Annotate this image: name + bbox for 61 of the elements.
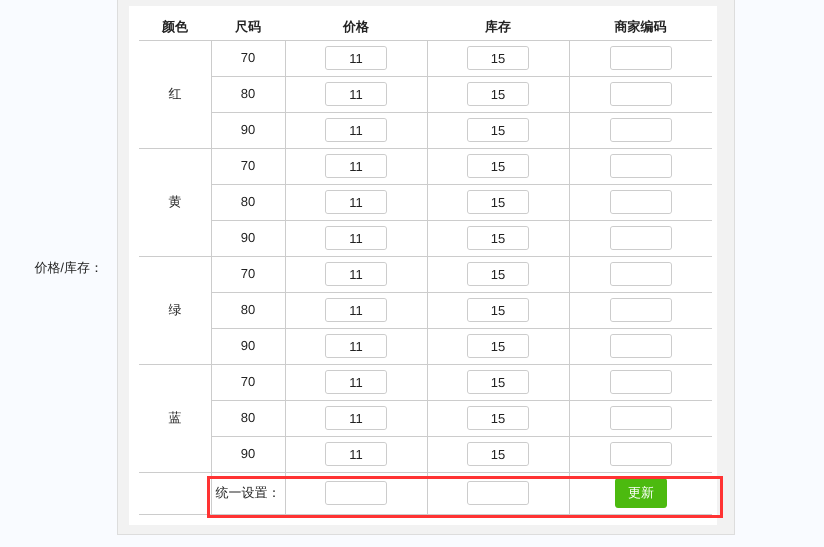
stock-field[interactable]: 15 [467,46,529,70]
price-field[interactable]: 11 [325,190,387,214]
price-field[interactable]: 11 [325,46,387,70]
stock-field[interactable]: 15 [467,406,529,430]
price-field[interactable]: 11 [325,406,387,430]
code-field[interactable] [610,262,672,286]
table-cell: 70 [211,256,285,292]
price-field[interactable]: 11 [325,442,387,466]
stock-field[interactable]: 15 [467,82,529,106]
code-field[interactable] [610,442,672,466]
code-field[interactable] [610,298,672,322]
table-cell: 70 [211,148,285,184]
stock-field[interactable]: 15 [467,118,529,142]
stock-field[interactable] [467,481,529,505]
code-field[interactable] [610,82,672,106]
stock-field[interactable]: 15 [467,190,529,214]
code-field[interactable] [610,190,672,214]
stock-field[interactable]: 15 [467,226,529,250]
table-cell: 80 [211,184,285,220]
price-field[interactable]: 11 [325,370,387,394]
table-cell: 绿 [139,256,211,364]
column-header: 尺码 [211,14,285,40]
table-cell: 80 [211,400,285,436]
field-label: 价格/库存： [34,260,103,275]
price-field[interactable]: 11 [325,298,387,322]
code-field[interactable] [610,334,672,358]
code-field[interactable] [610,406,672,430]
code-field[interactable] [610,46,672,70]
table-cell: 蓝 [139,364,211,472]
code-field[interactable] [610,226,672,250]
price-field[interactable]: 11 [325,334,387,358]
price-field[interactable]: 11 [325,154,387,178]
table-cell: 70 [211,364,285,400]
price-field[interactable]: 11 [325,82,387,106]
table-cell: 红 [139,40,211,148]
stock-field[interactable]: 15 [467,154,529,178]
table-cell: 90 [211,436,285,472]
table-cell: 90 [211,220,285,256]
table-cell: 统一设置： [211,472,285,514]
stock-field[interactable]: 15 [467,262,529,286]
column-header: 库存 [427,14,569,40]
price-field[interactable]: 11 [325,262,387,286]
table-cell: 80 [211,292,285,328]
code-field[interactable] [610,370,672,394]
column-header: 商家编码 [569,14,712,40]
column-header: 价格 [285,14,427,40]
price-field[interactable]: 11 [325,226,387,250]
table-cell: 80 [211,76,285,112]
code-field[interactable] [610,118,672,142]
stock-field[interactable]: 15 [467,334,529,358]
table-cell: 90 [211,328,285,364]
table-cell: 90 [211,112,285,148]
price-field[interactable] [325,481,387,505]
table-cell: 黄 [139,148,211,256]
stock-field[interactable]: 15 [467,370,529,394]
table-cell: 70 [211,40,285,76]
price-field[interactable]: 11 [325,118,387,142]
stock-field[interactable]: 15 [467,298,529,322]
column-header: 颜色 [139,14,211,40]
code-field[interactable] [610,154,672,178]
stock-field[interactable]: 15 [467,442,529,466]
